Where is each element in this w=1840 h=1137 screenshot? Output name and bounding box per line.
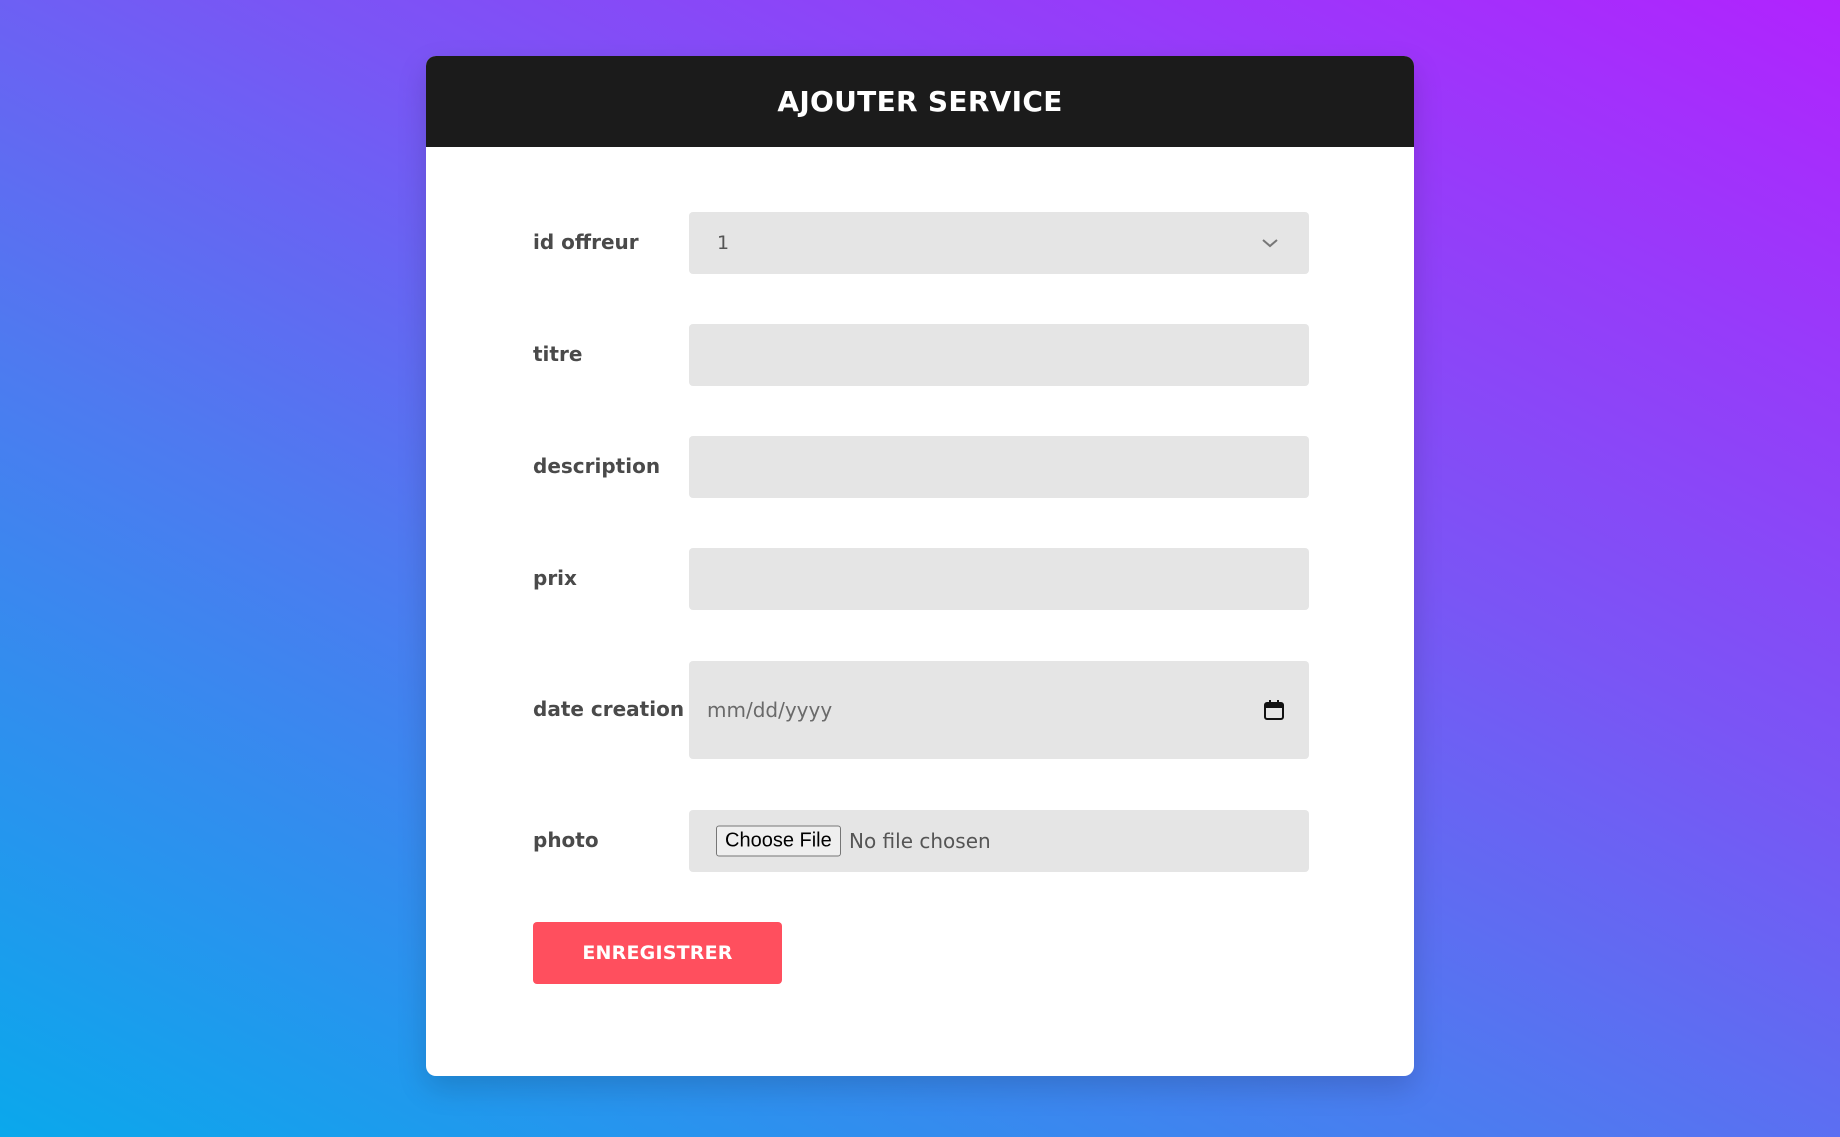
id-offreur-selected-value: 1 — [717, 232, 730, 254]
chevron-down-icon — [1262, 239, 1278, 248]
prix-input[interactable] — [689, 548, 1309, 610]
prix-label: prix — [533, 566, 577, 590]
add-service-card: AJOUTER SERVICE id offreur 1 titre descr… — [426, 56, 1414, 1076]
date-placeholder: mm/dd/yyyy — [707, 698, 833, 722]
calendar-icon[interactable] — [1263, 699, 1285, 721]
titre-label: titre — [533, 342, 583, 366]
save-button[interactable]: ENREGISTRER — [533, 922, 782, 984]
titre-input[interactable] — [689, 324, 1309, 386]
choose-file-button[interactable]: Choose File — [716, 825, 841, 857]
page-title: AJOUTER SERVICE — [777, 85, 1063, 118]
card-header: AJOUTER SERVICE — [426, 56, 1414, 147]
photo-label: photo — [533, 828, 599, 852]
description-input[interactable] — [689, 436, 1309, 498]
description-label: description — [533, 454, 661, 478]
date-creation-input[interactable]: mm/dd/yyyy — [689, 661, 1309, 759]
file-status-text: No file chosen — [849, 829, 991, 853]
id-offreur-select[interactable]: 1 — [689, 212, 1309, 274]
photo-file-input: Choose File No file chosen — [689, 810, 1309, 872]
date-creation-label: date creation — [533, 697, 685, 721]
id-offreur-label: id offreur — [533, 230, 639, 254]
